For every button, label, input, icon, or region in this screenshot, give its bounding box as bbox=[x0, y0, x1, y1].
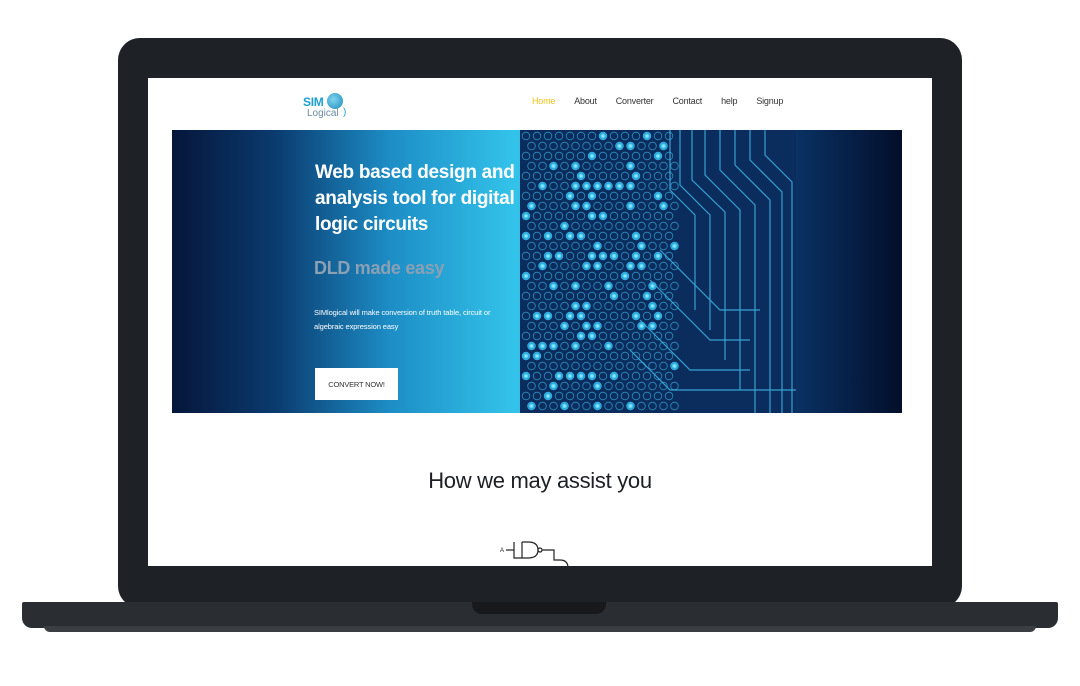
hero-title: Web based design and analysis tool for d… bbox=[315, 162, 515, 235]
circuit-board-image bbox=[520, 130, 796, 413]
hero-banner: Web based design and analysis tool for d… bbox=[172, 130, 902, 413]
nav-about[interactable]: About bbox=[574, 96, 597, 106]
logic-gate-icon: A bbox=[500, 541, 569, 566]
nav-help[interactable]: help bbox=[721, 96, 737, 106]
nav-home[interactable]: Home bbox=[532, 96, 555, 106]
main-nav: Home About Converter Contact help Signup bbox=[532, 96, 802, 106]
logo-logical-text: Logical bbox=[307, 108, 339, 119]
svg-text:A: A bbox=[500, 548, 504, 554]
logo-circle-icon bbox=[327, 93, 343, 109]
section-title: How we may assist you bbox=[428, 468, 652, 493]
logo-sim-text: SIM bbox=[303, 95, 324, 109]
logo-paren-icon: ) bbox=[343, 107, 347, 118]
laptop-notch bbox=[472, 602, 606, 614]
hero-tagline: DLD made easy bbox=[314, 258, 445, 278]
site-logo[interactable]: SIM Logical ) bbox=[303, 93, 363, 123]
laptop-foot bbox=[44, 626, 1036, 632]
laptop-screen: SIM Logical ) Home About Converter Conta… bbox=[148, 78, 932, 566]
nav-signup[interactable]: Signup bbox=[756, 96, 783, 106]
nav-converter[interactable]: Converter bbox=[616, 96, 654, 106]
hero-description: SIMlogical will make conversion of truth… bbox=[314, 308, 491, 331]
nav-contact[interactable]: Contact bbox=[672, 96, 702, 106]
convert-now-button[interactable]: CONVERT NOW! bbox=[315, 368, 398, 400]
